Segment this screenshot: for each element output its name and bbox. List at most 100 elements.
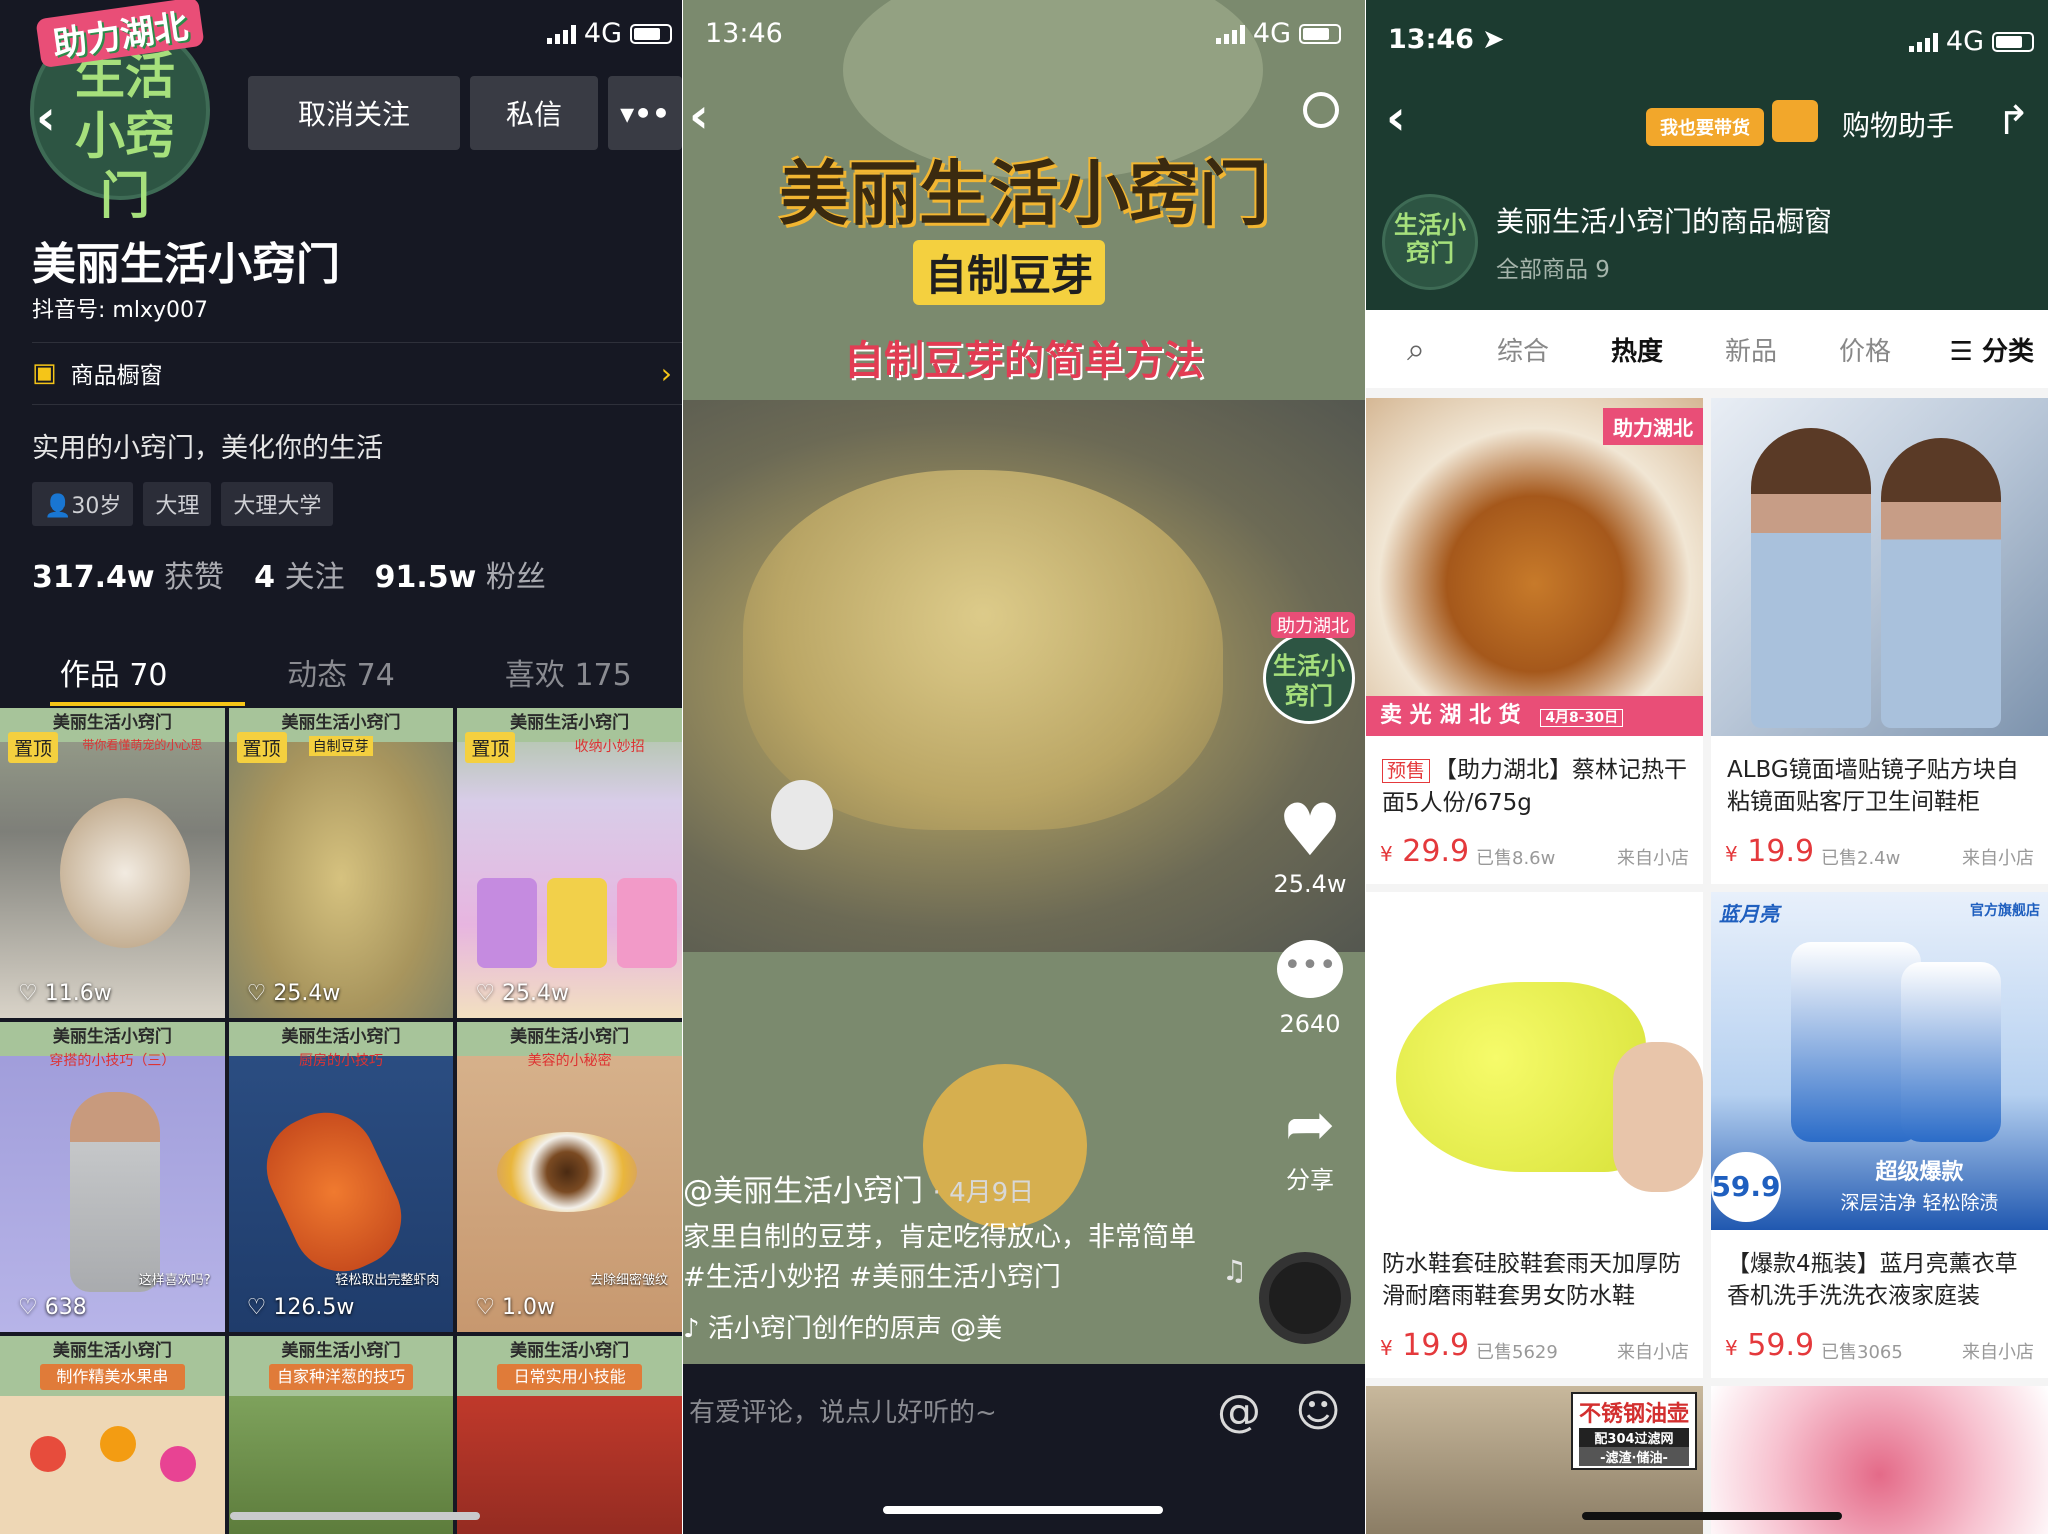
sort-price[interactable]: 价格 <box>1808 331 1922 368</box>
video-subtitle: 收纳小妙招 <box>574 739 645 755</box>
product-sold: 已售3065 <box>1821 1342 1903 1363</box>
person-icon: 👤 <box>44 494 72 519</box>
product-title: 预售 【助力湖北】蔡林记热干面5人份/675g <box>1382 754 1689 819</box>
shopping-assistant[interactable]: 购物助手 <box>1842 104 1954 144</box>
product-image: 蓝月亮 官方旗舰店 59.9 超级爆款 深层洁净 轻松除渍 <box>1711 892 2048 1230</box>
comment-button[interactable]: ••• 2640 <box>1265 940 1355 1038</box>
product-price: ¥ 29.9 <box>1380 834 1470 869</box>
product-image-sub2: -滤渣·储油- <box>1578 1447 1689 1466</box>
battery-icon <box>1992 31 2034 52</box>
sort-new[interactable]: 新品 <box>1694 331 1808 368</box>
author-line[interactable]: @美丽生活小窍门 · 4月9日 <box>683 1166 1034 1210</box>
like-count: ♡ 25.4w <box>475 981 570 1006</box>
product-image: 助力湖北 卖 光 湖 北 货 4月8-30日 <box>1366 398 1703 736</box>
hand-image <box>1613 1042 1703 1192</box>
tab-works[interactable]: 作品 70 <box>0 650 227 694</box>
category-button[interactable]: ☰ 分类 <box>1950 331 2034 368</box>
product-card[interactable]: 防水鞋套硅胶鞋套雨天加厚防滑耐磨雨鞋套男女防水鞋 ¥ 19.9 已售5629 来… <box>1366 892 1703 1378</box>
product-sold: 已售5629 <box>1476 1342 1558 1363</box>
shop-count: 全部商品 9 <box>1496 257 1610 283</box>
product-image-footer: 卖 光 湖 北 货 4月8-30日 <box>1366 696 1703 736</box>
sort-overall[interactable]: 综合 <box>1466 331 1580 368</box>
presale-badge: 预售 <box>1382 759 1431 783</box>
fans-stat[interactable]: 91.5w 粉丝 <box>375 552 546 596</box>
back-icon[interactable]: ‹ <box>36 90 56 146</box>
sort-popularity[interactable]: 热度 <box>1580 331 1694 368</box>
product-source: 来自小店 <box>1617 848 1689 869</box>
shop-icon: ▣ <box>32 358 57 388</box>
video-thumb[interactable]: 美丽生活小窍门 置顶 收纳小妙招 ♡ 25.4w <box>457 708 682 1018</box>
author-avatar[interactable]: 生活小窍门 <box>1263 632 1355 724</box>
tab-posts[interactable]: 动态 74 <box>227 650 454 694</box>
back-icon[interactable]: ‹ <box>689 88 709 144</box>
video-thumb[interactable]: 美丽生活小窍门 日常实用小技能 <box>457 1336 682 1534</box>
product-title: 防水鞋套硅胶鞋套雨天加厚防滑耐磨雨鞋套男女防水鞋 <box>1382 1251 1681 1309</box>
product-price-value: 19.9 <box>1747 834 1815 869</box>
product-sold: 已售8.6w <box>1476 848 1556 869</box>
time: 13:46 <box>705 18 783 49</box>
unfollow-button[interactable]: 取消关注 <box>248 76 460 150</box>
pinned-badge: 置顶 <box>8 732 59 763</box>
profile-tabs: 作品 70 动态 74 喜欢 175 <box>0 650 682 694</box>
video-caption: 家里自制的豆芽，肯定吃得放心，非常简单 #生活小妙招 #美丽生活小窍门 <box>683 1222 1196 1293</box>
product-card[interactable]: ALBG镜面墙贴镜子贴方块自粘镜面贴客厅卫生间鞋柜 ¥ 19.9 已售2.4w … <box>1711 398 2048 884</box>
like-count-text: 25.4w <box>273 981 341 1006</box>
status-bar: 4G <box>1215 18 1341 49</box>
chevron-right-icon: › <box>660 356 672 390</box>
video-thumb[interactable]: 美丽生活小窍门 厨房的小技巧 轻松取出完整虾肉 ♡ 126.5w <box>228 1022 454 1332</box>
model-image <box>1881 438 2001 728</box>
model-image <box>1751 428 1871 728</box>
status-time: 13:46 <box>705 18 783 49</box>
product-grid: 助力湖北 卖 光 湖 北 货 4月8-30日 预售 【助力湖北】蔡林记热干面5人份… <box>1366 398 2048 1534</box>
fruit-image <box>100 1426 136 1462</box>
help-badge[interactable]: 我也要带货 <box>1646 108 1764 146</box>
product-image <box>1366 892 1703 1230</box>
video-thumb[interactable]: 美丽生活小窍门 制作精美水果串 <box>0 1336 225 1534</box>
product-source: 来自小店 <box>1962 848 2034 869</box>
like-count: ♡ 638 <box>18 1295 87 1320</box>
video-thumb[interactable]: 美丽生活小窍门 美容的小秘密 去除细密皱纹 ♡ 1.0w <box>457 1022 682 1332</box>
music-disc[interactable] <box>1259 1252 1351 1344</box>
model-image <box>70 1092 160 1292</box>
product-price: ¥ 59.9 <box>1725 1328 1815 1363</box>
video-subtitle-2: 自制豆芽的简单方法 <box>844 338 1204 384</box>
product-card[interactable]: 蓝月亮 官方旗舰店 59.9 超级爆款 深层洁净 轻松除渍 【爆款4瓶装】蓝月亮… <box>1711 892 2048 1378</box>
product-card[interactable]: 助力湖北 卖 光 湖 北 货 4月8-30日 预售 【助力湖北】蔡林记热干面5人份… <box>1366 398 1703 884</box>
message-button[interactable]: 私信 <box>470 76 598 150</box>
comment-input[interactable]: 有爱评论，说点儿好听的~ <box>689 1392 997 1429</box>
video-thumb[interactable]: 美丽生活小窍门 自家种洋葱的技巧 <box>228 1336 454 1534</box>
share-icon[interactable]: ↱ <box>1996 98 2030 144</box>
search-icon[interactable]: ⌕ <box>1366 330 1466 369</box>
like-count: 25.4w <box>1273 870 1347 898</box>
image-price: 59.9 <box>1711 1152 1781 1222</box>
like-button[interactable]: ♥ 25.4w <box>1265 790 1355 898</box>
like-count-text: 25.4w <box>502 981 570 1006</box>
product-image-label: 不锈钢油壶 配304过滤网 -滤渣·储油- <box>1570 1392 1697 1470</box>
tag-location: 大理 <box>143 482 212 526</box>
likes-label: 获赞 <box>164 560 225 595</box>
comment-icon: ••• <box>1277 940 1343 998</box>
product-price-value: 19.9 <box>1402 1328 1470 1363</box>
back-icon[interactable]: ‹ <box>1386 90 1406 146</box>
product-title: ALBG镜面墙贴镜子贴方块自粘镜面贴客厅卫生间鞋柜 <box>1727 757 2019 815</box>
video-thumb[interactable]: 美丽生活小窍门 置顶 自制豆芽 ♡ 25.4w <box>228 708 454 1018</box>
following-stat[interactable]: 4 关注 <box>254 552 344 596</box>
likes-stat: 317.4w 获赞 <box>32 552 224 596</box>
video-thumb[interactable]: 美丽生活小窍门 置顶 带你看懂萌宠的小心思 ♡ 11.6w <box>0 708 225 1018</box>
tag-school: 大理大学 <box>221 482 334 526</box>
product-image-date: 4月8-30日 <box>1540 709 1624 727</box>
profile-panel: 4G 生活小窍门 助力湖北 ‹ 取消关注 私信 ▾•• 美丽生活小窍门 抖音号:… <box>0 0 682 1534</box>
music-line[interactable]: ♪ 活小窍门创作的原声 @美 <box>683 1308 1002 1345</box>
search-icon[interactable] <box>1303 92 1339 128</box>
eye-image <box>497 1132 638 1212</box>
shop-window-link[interactable]: ▣ 商品橱窗 › <box>32 356 672 390</box>
share-button[interactable]: ➦ 分享 <box>1265 1090 1355 1195</box>
product-price-value: 59.9 <box>1747 1328 1815 1363</box>
tab-likes[interactable]: 喜欢 175 <box>455 650 682 694</box>
more-icon[interactable]: ▾•• <box>608 76 682 150</box>
emoji-icon[interactable]: ☺ <box>1295 1386 1341 1437</box>
video-thumb[interactable]: 美丽生活小窍门 穿搭的小技巧（三） 这样喜欢吗? ♡ 638 <box>0 1022 225 1332</box>
likes-count: 317.4w <box>32 560 155 595</box>
battery-icon <box>630 23 672 44</box>
at-icon[interactable]: @ <box>1217 1386 1261 1437</box>
